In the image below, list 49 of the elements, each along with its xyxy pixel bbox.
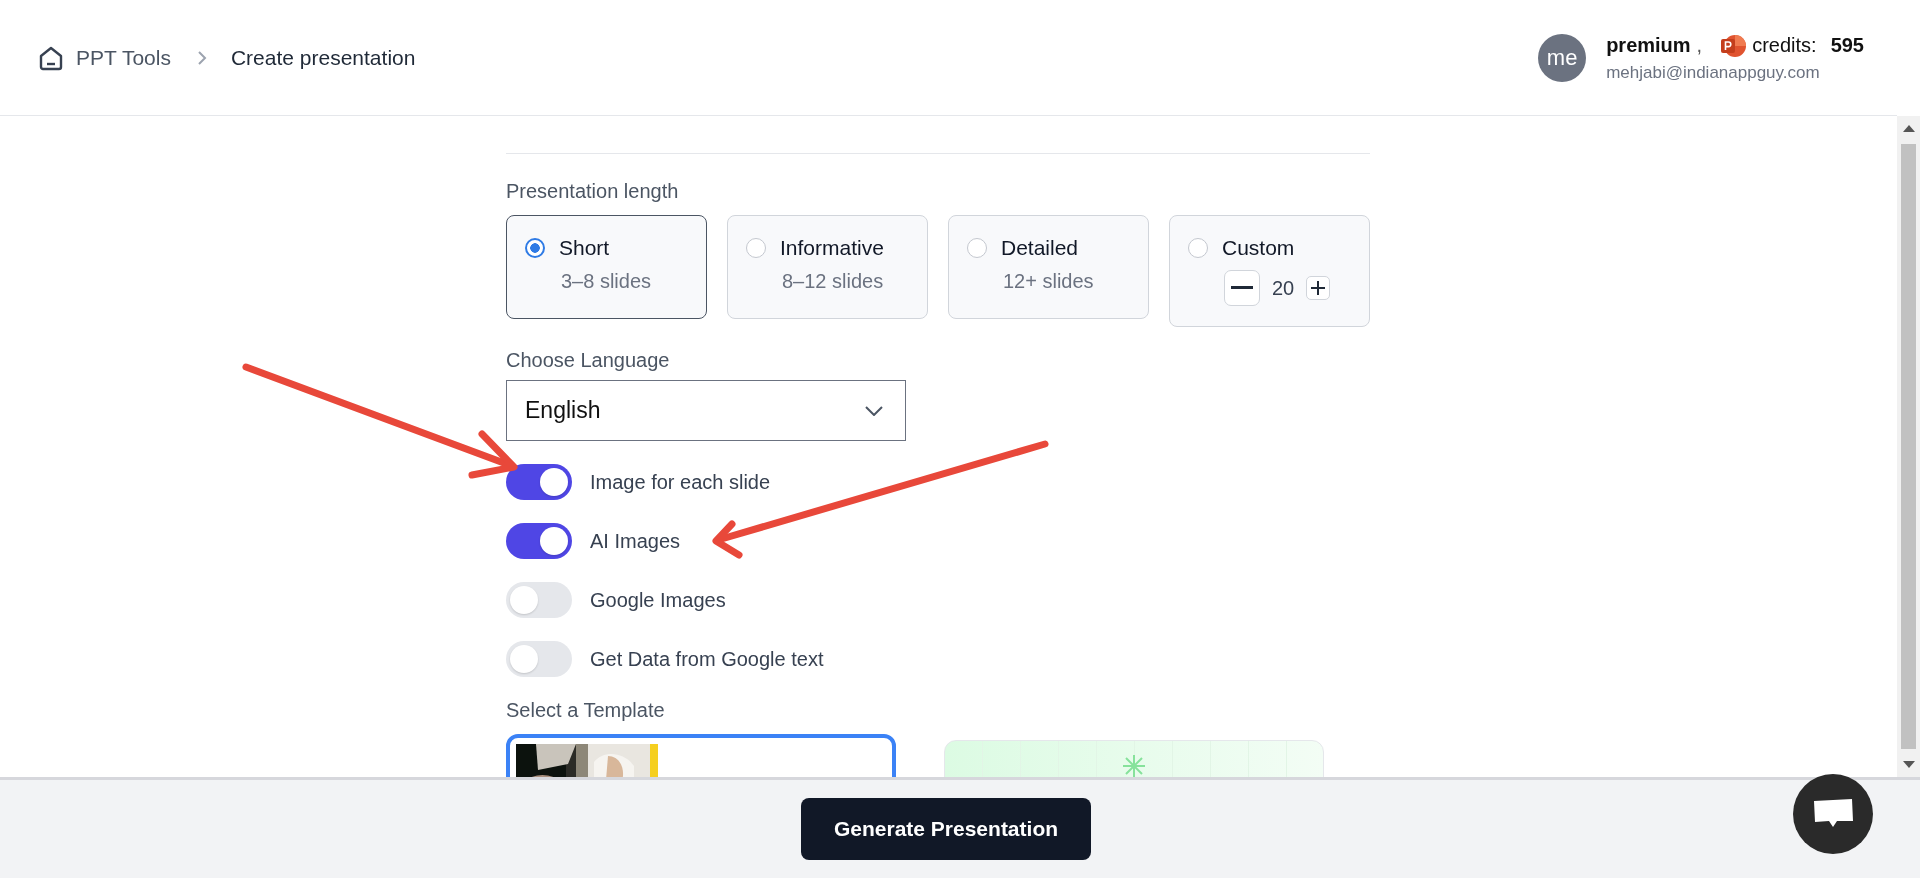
generate-button[interactable]: Generate Presentation (801, 798, 1091, 860)
radio-button[interactable] (1188, 238, 1208, 258)
breadcrumb-current: Create presentation (230, 45, 416, 70)
option-subtitle: 3–8 slides (560, 270, 653, 293)
option-subtitle: 12+ slides (1002, 270, 1095, 293)
chevron-icon (196, 49, 207, 66)
length-option[interactable]: Short 3–8 slides (506, 215, 707, 319)
scroll-down-icon[interactable] (1902, 761, 1915, 769)
length-option[interactable]: Detailed 12+ slides (948, 215, 1149, 319)
toggle-switch[interactable] (506, 582, 572, 618)
option-title: Short (559, 236, 610, 260)
language-dropdown[interactable]: English (506, 380, 906, 441)
section-label: Select a Template (506, 699, 666, 722)
section-label: Presentation length (506, 180, 680, 203)
separator-comma: , (1696, 34, 1703, 57)
toggle-switch[interactable] (506, 641, 572, 677)
user-email: mehjabi@indianappguy.com (1606, 62, 1821, 83)
plus-icon (1310, 280, 1327, 296)
option-title: Custom (1222, 236, 1295, 260)
decrement-button[interactable] (1224, 270, 1260, 306)
credits-count: 595 (1830, 34, 1864, 57)
radio-button[interactable] (746, 238, 766, 258)
toggle-switch[interactable] (506, 523, 572, 559)
plan-label: premium (1606, 34, 1691, 57)
chevron-down-icon (865, 405, 883, 416)
increment-button[interactable] (1306, 276, 1331, 300)
toggle-label: Image for each slide (590, 470, 771, 494)
toggle-label: Get Data from Google text (590, 647, 824, 671)
sparkle-icon (1121, 753, 1147, 777)
powerpoint-icon (1720, 32, 1747, 59)
scroll-up-icon[interactable] (1902, 124, 1915, 132)
toggle-label: AI Images (590, 529, 681, 553)
radio-button[interactable] (967, 238, 987, 258)
minus-icon (1231, 286, 1253, 290)
option-title: Informative (780, 236, 884, 260)
slide-count: 20 (1272, 276, 1295, 300)
home-icon (38, 44, 64, 71)
credits-label: credits: (1752, 34, 1817, 57)
length-option[interactable]: Informative 8–12 slides (727, 215, 928, 319)
breadcrumb-link[interactable]: PPT Tools (38, 44, 171, 71)
toggle-label: Google Images (590, 588, 726, 612)
option-title: Detailed (1001, 236, 1079, 260)
avatar[interactable]: me (1538, 33, 1587, 82)
scrollbar[interactable] (1897, 116, 1920, 777)
toggle-switch[interactable] (506, 464, 572, 500)
radio-button[interactable] (525, 238, 545, 258)
section-label: Choose Language (506, 349, 671, 372)
option-subtitle: 8–12 slides (781, 270, 885, 293)
length-option[interactable]: Custom 20 (1169, 215, 1370, 327)
